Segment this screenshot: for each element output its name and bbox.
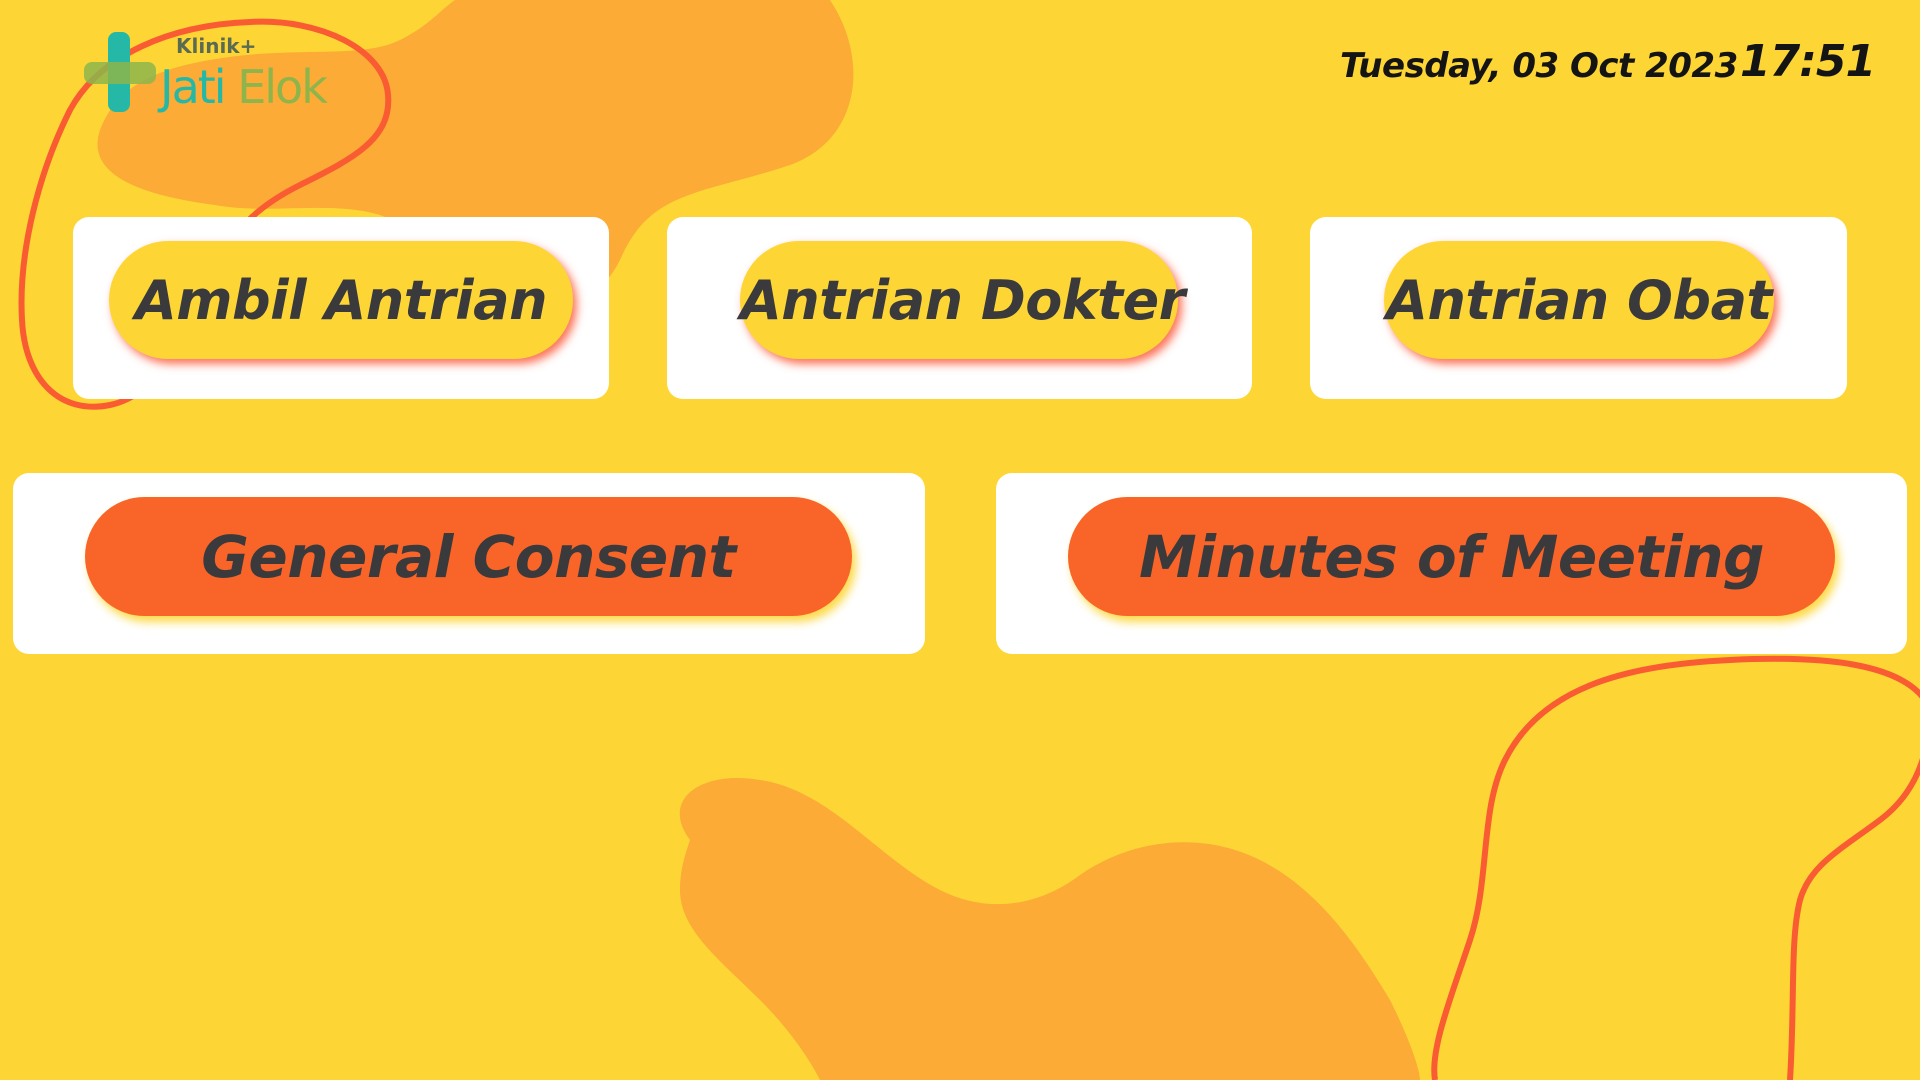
antrian-obat-button[interactable]: Antrian Obat (1384, 241, 1774, 359)
logo-prefix: Klinik+ (176, 34, 257, 58)
medical-cross-icon (84, 32, 156, 112)
logo-name-part2: Elok (237, 60, 328, 114)
current-time: 17:51 (1740, 36, 1876, 87)
logo-name-part1: Jati (160, 60, 227, 114)
card-general-consent: General Consent (13, 473, 925, 654)
card-antrian-obat: Antrian Obat (1310, 217, 1847, 399)
minutes-of-meeting-button[interactable]: Minutes of Meeting (1068, 497, 1835, 616)
card-ambil-antrian: Ambil Antrian (73, 217, 609, 399)
clinic-logo: Klinik+ Jati Elok (84, 30, 354, 120)
general-consent-button[interactable]: General Consent (85, 497, 852, 616)
antrian-dokter-button[interactable]: Antrian Dokter (740, 241, 1185, 359)
bottom-blob (679, 778, 1420, 1080)
current-date: Tuesday, 03 Oct 2023 (1340, 46, 1738, 86)
card-minutes-of-meeting: Minutes of Meeting (996, 473, 1907, 654)
card-antrian-dokter: Antrian Dokter (667, 217, 1252, 399)
bottom-right-outline (1431, 655, 1920, 1080)
ambil-antrian-button[interactable]: Ambil Antrian (109, 241, 573, 359)
logo-name: Jati Elok (160, 60, 328, 114)
